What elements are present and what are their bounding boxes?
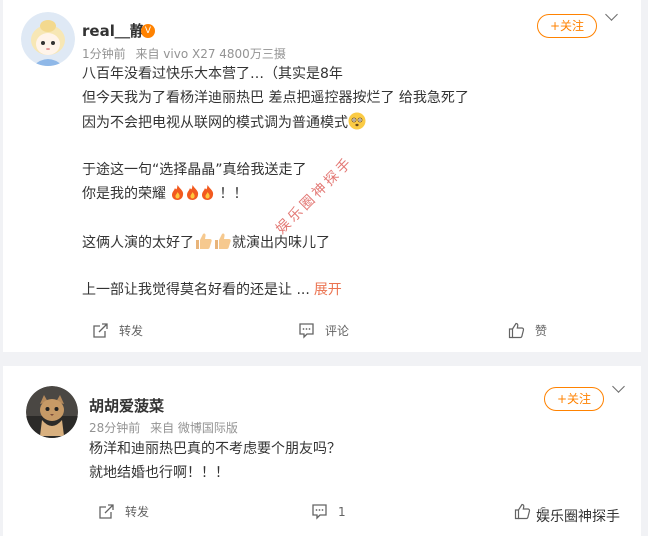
avatar[interactable] [21, 12, 75, 66]
comment-button[interactable]: 1 [311, 503, 346, 520]
repost-label: 转发 [125, 505, 150, 519]
text-line-content: 这俩人演的太好了 [82, 235, 194, 251]
avatar-image [26, 386, 78, 438]
username[interactable]: 胡胡爱菠菜 [89, 395, 164, 416]
comment-icon [312, 504, 327, 520]
text-line-content: ！！ [219, 186, 248, 202]
thumbs-up-emoji-icon [194, 232, 213, 256]
comment-icon [299, 323, 314, 339]
fire-emoji-icon [185, 184, 200, 207]
repost-button[interactable]: 转发 [92, 322, 143, 339]
post-source[interactable]: 来自 微博国际版 [150, 421, 238, 435]
text-line-content: 因为不会把电视从联网的模式调为普通模式 [82, 115, 348, 131]
text-line: 八百年没看过快乐大本营了…（其实是8年 [82, 66, 343, 82]
post-meta: 28分钟前 来自 微博国际版 [89, 419, 238, 436]
username[interactable]: real＿静 [82, 20, 145, 41]
thumbs-up-icon [508, 322, 525, 339]
repost-label: 转发 [119, 324, 144, 338]
watermark-text: 娱乐圈神探手 [536, 509, 620, 525]
repost-button[interactable]: 转发 [98, 503, 149, 520]
follow-button[interactable]: +关注 [537, 14, 597, 38]
text-line: 于途这一句“选择晶晶”真给我送走了 [82, 162, 307, 178]
post-meta: 1分钟前 来自 vivo X27 4800万三摄 [82, 45, 286, 62]
post-time: 28分钟前 [89, 421, 141, 435]
like-label: 赞 [535, 324, 548, 338]
fire-emoji-icon [200, 184, 215, 207]
verified-badge-icon: V [141, 24, 155, 38]
flushed-emoji-icon [348, 112, 366, 136]
comment-button[interactable]: 评论 [298, 322, 349, 339]
text-line: 但今天我为了看杨洋迪丽热巴 差点把遥控器按烂了 给我急死了 [82, 90, 469, 106]
like-button[interactable]: 赞 [508, 322, 547, 339]
text-line: 上一部让我觉得莫名好看的还是让 ... 展开 [82, 280, 342, 300]
thumbs-up-icon [514, 503, 531, 520]
text-line-content: 就演出内味儿了 [232, 235, 330, 251]
text-line: 因为不会把电视从联网的模式调为普通模式 [82, 112, 366, 136]
avatar[interactable] [26, 386, 78, 438]
post-time: 1分钟前 [82, 47, 126, 61]
text-line-content: 你是我的荣耀 [82, 186, 171, 202]
text-line: 就地结婚也行啊！！！ [89, 465, 229, 481]
text-line: 这俩人演的太好了 就演出内味儿了 [82, 232, 330, 256]
share-icon [93, 323, 108, 338]
text-line: 杨洋和迪丽热巴真的不考虑要个朋友吗？ [89, 441, 341, 457]
post-source[interactable]: 来自 vivo X27 4800万三摄 [135, 47, 285, 61]
chevron-down-icon[interactable] [612, 380, 625, 393]
comment-label: 评论 [325, 324, 350, 338]
chevron-down-icon[interactable] [605, 8, 618, 21]
thumbs-up-emoji-icon [213, 232, 232, 256]
avatar-image [21, 12, 75, 66]
text-line-content: 上一部让我觉得莫名好看的还是让 ... [82, 282, 310, 298]
follow-button[interactable]: +关注 [544, 387, 604, 411]
fire-emoji-icon [170, 184, 185, 207]
expand-link[interactable]: 展开 [314, 282, 342, 298]
text-line: 你是我的荣耀 ！！ [82, 184, 247, 207]
comment-count: 1 [338, 504, 346, 519]
comment-card: real＿静 V 1分钟前 来自 vivo X27 4800万三摄 +关注 八百… [3, 0, 641, 352]
share-icon [99, 504, 114, 519]
